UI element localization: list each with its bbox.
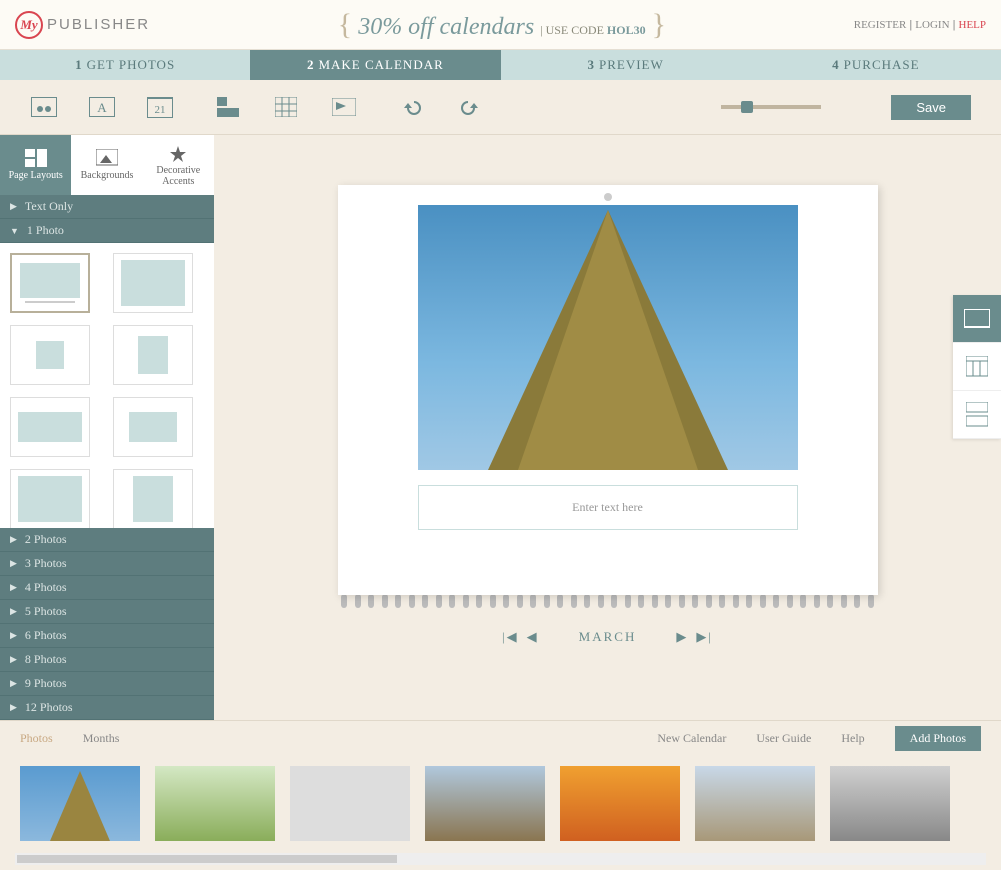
category-item[interactable]: ▶9 Photos bbox=[0, 672, 214, 696]
zoom-slider[interactable] bbox=[721, 105, 821, 109]
step-preview[interactable]: 3PREVIEW bbox=[501, 50, 751, 80]
layout-thumb[interactable] bbox=[10, 253, 90, 313]
step-purchase[interactable]: 4PURCHASE bbox=[751, 50, 1001, 80]
caption-input[interactable]: Enter text here bbox=[418, 485, 798, 530]
prev-page-icon[interactable]: ◀ bbox=[527, 629, 539, 645]
month-label: MARCH bbox=[579, 629, 637, 645]
photo-thumb[interactable] bbox=[425, 766, 545, 841]
step-get-photos[interactable]: 1GET PHOTOS bbox=[0, 50, 250, 80]
auth-links: REGISTER | LOGIN | HELP bbox=[854, 19, 986, 31]
workflow-steps: 1GET PHOTOS 2MAKE CALENDAR 3PREVIEW 4PUR… bbox=[0, 50, 1001, 80]
view-photo-icon[interactable] bbox=[953, 295, 1001, 343]
layout-thumb[interactable] bbox=[113, 325, 193, 385]
help-link[interactable]: HELP bbox=[959, 19, 987, 31]
category-item[interactable]: ▶5 Photos bbox=[0, 600, 214, 624]
calendar-page[interactable]: Enter text here bbox=[338, 185, 878, 595]
layout-thumb[interactable] bbox=[113, 397, 193, 457]
photo-thumb[interactable] bbox=[20, 766, 140, 841]
register-link[interactable]: REGISTER bbox=[854, 19, 907, 31]
category-list: ▶2 Photos ▶3 Photos ▶4 Photos ▶5 Photos … bbox=[0, 528, 214, 720]
category-item[interactable]: ▶2 Photos bbox=[0, 528, 214, 552]
canvas-area: Enter text here |◀ ◀ MARCH ▶ ▶| bbox=[214, 135, 1001, 720]
step-make-calendar[interactable]: 2MAKE CALENDAR bbox=[250, 50, 500, 80]
tab-photos[interactable]: Photos bbox=[20, 731, 53, 746]
first-page-icon[interactable]: |◀ bbox=[502, 629, 519, 645]
tab-backgrounds[interactable]: Backgrounds bbox=[71, 135, 142, 195]
bottom-help-link[interactable]: Help bbox=[841, 731, 864, 746]
tab-page-layouts[interactable]: Page Layouts bbox=[0, 135, 71, 195]
text-layout-icon[interactable]: A bbox=[88, 95, 116, 119]
promo-banner: { 30% off calendars | USE CODE HOL30 } bbox=[150, 8, 854, 42]
layout-thumb[interactable] bbox=[113, 253, 193, 313]
view-both-icon[interactable] bbox=[953, 391, 1001, 439]
grid-icon[interactable] bbox=[272, 95, 300, 119]
category-item[interactable]: ▶12 Photos bbox=[0, 696, 214, 720]
layout-grid bbox=[0, 243, 214, 528]
photo-strip[interactable] bbox=[0, 756, 1001, 853]
category-text-only[interactable]: ▶Text Only bbox=[0, 195, 214, 219]
new-calendar-link[interactable]: New Calendar bbox=[657, 731, 726, 746]
toolbar: A 21 Save bbox=[0, 80, 1001, 135]
layout-thumb[interactable] bbox=[10, 325, 90, 385]
redo-icon[interactable] bbox=[456, 95, 484, 119]
category-1-photo[interactable]: ▼1 Photo bbox=[0, 219, 214, 243]
ring-hole bbox=[604, 193, 612, 201]
login-link[interactable]: LOGIN bbox=[915, 19, 949, 31]
category-item[interactable]: ▶6 Photos bbox=[0, 624, 214, 648]
photo-thumb[interactable] bbox=[155, 766, 275, 841]
photo-thumb[interactable] bbox=[830, 766, 950, 841]
backgrounds-icon bbox=[96, 149, 118, 167]
last-page-icon[interactable]: ▶| bbox=[696, 629, 713, 645]
layouts-icon bbox=[25, 149, 47, 167]
spiral-binding bbox=[338, 593, 878, 609]
add-photos-button[interactable]: Add Photos bbox=[895, 726, 981, 751]
calendar-icon[interactable]: 21 bbox=[146, 95, 174, 119]
view-tools bbox=[953, 295, 1001, 439]
category-item[interactable]: ▶4 Photos bbox=[0, 576, 214, 600]
photo-thumb[interactable] bbox=[290, 766, 410, 841]
layout-tool-icon[interactable] bbox=[214, 95, 242, 119]
svg-text:21: 21 bbox=[155, 104, 166, 116]
logo-text: PUBLISHER bbox=[47, 16, 150, 33]
layout-thumb[interactable] bbox=[10, 397, 90, 457]
logo[interactable]: My PUBLISHER bbox=[15, 11, 150, 39]
category-item[interactable]: ▶3 Photos bbox=[0, 552, 214, 576]
category-item[interactable]: ▶8 Photos bbox=[0, 648, 214, 672]
view-calendar-icon[interactable] bbox=[953, 343, 1001, 391]
flag-icon[interactable] bbox=[330, 95, 358, 119]
top-bar: My PUBLISHER { 30% off calendars | USE C… bbox=[0, 0, 1001, 50]
layout-thumb[interactable] bbox=[113, 469, 193, 528]
bottom-panel: Photos Months New Calendar User Guide He… bbox=[0, 720, 1001, 870]
photo-thumb[interactable] bbox=[560, 766, 680, 841]
photo-layout-icon[interactable] bbox=[30, 95, 58, 119]
undo-icon[interactable] bbox=[398, 95, 426, 119]
svg-text:A: A bbox=[97, 100, 107, 115]
tab-accents[interactable]: Decorative Accents bbox=[143, 135, 214, 195]
sidebar: Page Layouts Backgrounds Decorative Acce… bbox=[0, 135, 214, 720]
tab-months[interactable]: Months bbox=[83, 731, 120, 746]
user-guide-link[interactable]: User Guide bbox=[756, 731, 811, 746]
month-nav: |◀ ◀ MARCH ▶ ▶| bbox=[502, 629, 713, 645]
page-photo[interactable] bbox=[418, 205, 798, 470]
accents-icon bbox=[167, 144, 189, 162]
photo-thumb[interactable] bbox=[695, 766, 815, 841]
next-page-icon[interactable]: ▶ bbox=[676, 629, 688, 645]
horizontal-scrollbar[interactable] bbox=[15, 853, 986, 865]
logo-mark: My bbox=[15, 11, 43, 39]
save-button[interactable]: Save bbox=[891, 95, 971, 120]
layout-thumb[interactable] bbox=[10, 469, 90, 528]
